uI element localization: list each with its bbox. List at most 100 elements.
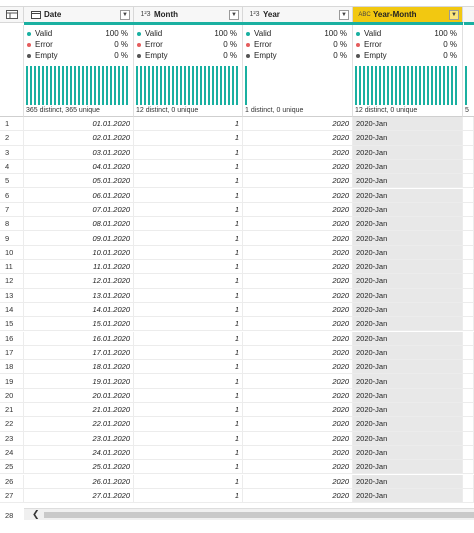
histogram-bar[interactable]	[156, 66, 158, 105]
cell-truncated[interactable]	[463, 159, 474, 174]
row-number[interactable]: 4	[0, 159, 24, 174]
table-row[interactable]: 9 09.01.2020 1 2020 2020-Jan	[0, 231, 474, 246]
table-row[interactable]: 22 22.01.2020 1 2020 2020-Jan	[0, 417, 474, 432]
row-number[interactable]: 22	[0, 417, 24, 431]
cell-truncated[interactable]	[463, 417, 474, 431]
cell-year[interactable]: 2020	[243, 245, 353, 259]
table-row[interactable]: 16 16.01.2020 1 2020 2020-Jan	[0, 331, 474, 346]
cell-year[interactable]: 2020	[243, 431, 353, 445]
row-number[interactable]: 2	[0, 131, 24, 145]
cell-date[interactable]: 07.01.2020	[24, 202, 134, 217]
cell-month[interactable]: 1	[134, 260, 243, 274]
column-filter-dropdown-year[interactable]: ▼	[339, 9, 349, 20]
row-number[interactable]: 26	[0, 474, 24, 488]
histogram-bar[interactable]	[140, 66, 142, 105]
histogram-bar[interactable]	[451, 66, 453, 105]
cell-year-month[interactable]: 2020-Jan	[353, 159, 463, 174]
cell-year-month[interactable]: 2020-Jan	[353, 403, 463, 417]
table-row[interactable]: 24 24.01.2020 1 2020 2020-Jan	[0, 445, 474, 461]
table-row[interactable]: 7 07.01.2020 1 2020 2020-Jan	[0, 202, 474, 218]
histogram-bar[interactable]	[455, 66, 457, 105]
cell-year[interactable]: 2020	[243, 302, 353, 317]
row-number[interactable]: 24	[0, 445, 24, 460]
column-header-month[interactable]: 1²3 Month ▼	[134, 6, 243, 23]
cell-date[interactable]: 18.01.2020	[24, 360, 134, 374]
cell-month[interactable]: 1	[134, 331, 243, 345]
cell-year-month[interactable]: 2020-Jan	[353, 245, 463, 259]
histogram-bar[interactable]	[66, 66, 68, 105]
histogram-bar[interactable]	[58, 66, 60, 105]
table-row[interactable]: 19 19.01.2020 1 2020 2020-Jan	[0, 374, 474, 389]
table-row[interactable]: 5 05.01.2020 1 2020 2020-Jan	[0, 174, 474, 189]
cell-year-month[interactable]: 2020-Jan	[353, 131, 463, 145]
cell-year[interactable]: 2020	[243, 445, 353, 460]
cell-month[interactable]: 1	[134, 460, 243, 474]
histogram-bar[interactable]	[431, 66, 433, 105]
histogram-bar[interactable]	[367, 66, 369, 105]
table-row[interactable]: 1 01.01.2020 1 2020 2020-Jan	[0, 117, 474, 132]
histogram-bar[interactable]	[200, 66, 202, 105]
histogram-bar[interactable]	[114, 66, 116, 105]
histogram-bar[interactable]	[54, 66, 56, 105]
cell-year-month[interactable]: 2020-Jan	[353, 117, 463, 131]
cell-truncated[interactable]	[463, 403, 474, 417]
cell-year-month[interactable]: 2020-Jan	[353, 288, 463, 302]
cell-year[interactable]: 2020	[243, 274, 353, 288]
histogram-bar[interactable]	[74, 66, 76, 105]
cell-month[interactable]: 1	[134, 317, 243, 331]
histogram-bar[interactable]	[192, 66, 194, 105]
row-number[interactable]: 21	[0, 403, 24, 417]
row-number[interactable]: 1	[0, 117, 24, 131]
table-row[interactable]: 15 15.01.2020 1 2020 2020-Jan	[0, 317, 474, 332]
histogram-bar[interactable]	[144, 66, 146, 105]
cell-truncated[interactable]	[463, 488, 474, 503]
cell-date[interactable]: 04.01.2020	[24, 159, 134, 174]
histogram-bar[interactable]	[106, 66, 108, 105]
row-number[interactable]: 23	[0, 431, 24, 445]
histogram-bar[interactable]	[42, 66, 44, 105]
row-number[interactable]: 11	[0, 260, 24, 274]
histogram-bar[interactable]	[212, 66, 214, 105]
cell-year[interactable]: 2020	[243, 460, 353, 474]
cell-truncated[interactable]	[463, 260, 474, 274]
cell-truncated[interactable]	[463, 117, 474, 131]
histogram-bar[interactable]	[98, 66, 100, 105]
cell-date[interactable]: 24.01.2020	[24, 445, 134, 460]
histogram-bar[interactable]	[443, 66, 445, 105]
cell-year[interactable]: 2020	[243, 474, 353, 488]
histogram-month[interactable]	[136, 66, 240, 105]
cell-month[interactable]: 1	[134, 374, 243, 388]
histogram-bar[interactable]	[168, 66, 170, 105]
column-header-truncated[interactable]	[463, 6, 474, 23]
cell-year[interactable]: 2020	[243, 403, 353, 417]
table-menu-button[interactable]	[0, 6, 24, 23]
cell-date[interactable]: 12.01.2020	[24, 274, 134, 288]
histogram-bar[interactable]	[419, 66, 421, 105]
cell-truncated[interactable]	[463, 360, 474, 374]
histogram-bar[interactable]	[126, 66, 128, 105]
cell-truncated[interactable]	[463, 188, 474, 202]
cell-truncated[interactable]	[463, 145, 474, 159]
cell-year-month[interactable]: 2020-Jan	[353, 145, 463, 159]
cell-date[interactable]: 09.01.2020	[24, 231, 134, 245]
cell-truncated[interactable]	[463, 445, 474, 460]
cell-month[interactable]: 1	[134, 417, 243, 431]
row-number[interactable]: 8	[0, 217, 24, 231]
cell-truncated[interactable]	[463, 460, 474, 474]
histogram-bar[interactable]	[34, 66, 36, 105]
histogram-bar[interactable]	[46, 66, 48, 105]
cell-date[interactable]: 11.01.2020	[24, 260, 134, 274]
cell-year-month[interactable]: 2020-Jan	[353, 445, 463, 460]
cell-year-month[interactable]: 2020-Jan	[353, 460, 463, 474]
histogram-bar[interactable]	[355, 66, 357, 105]
cell-date[interactable]: 06.01.2020	[24, 188, 134, 202]
cell-month[interactable]: 1	[134, 431, 243, 445]
cell-year-month[interactable]: 2020-Jan	[353, 331, 463, 345]
cell-month[interactable]: 1	[134, 188, 243, 202]
histogram-bar[interactable]	[208, 66, 210, 105]
histogram-bar[interactable]	[439, 66, 441, 105]
cell-truncated[interactable]	[463, 174, 474, 188]
cell-year[interactable]: 2020	[243, 417, 353, 431]
cell-month[interactable]: 1	[134, 217, 243, 231]
cell-truncated[interactable]	[463, 274, 474, 288]
